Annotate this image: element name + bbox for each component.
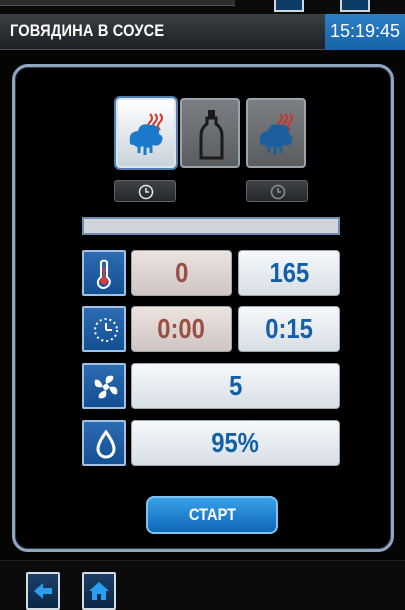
fan-icon-tile <box>82 363 126 409</box>
home-button[interactable] <box>82 572 116 610</box>
temperature-set-button[interactable]: 165 <box>238 250 340 296</box>
steam-icon <box>259 113 293 155</box>
timer-button-right[interactable] <box>246 180 308 202</box>
fan-speed-button[interactable]: 5 <box>131 363 340 409</box>
time-set-button[interactable]: 0:15 <box>238 306 340 352</box>
temperature-current: 0 <box>131 250 232 296</box>
home-icon <box>89 582 109 600</box>
clock: 15:19:45 <box>325 14 405 50</box>
humidity-button[interactable]: 95% <box>131 420 340 466</box>
timer-button-left[interactable] <box>114 180 176 202</box>
clock-icon <box>270 184 286 200</box>
clock-icon <box>138 184 154 200</box>
temperature-icon-tile <box>82 250 126 296</box>
top-button-left[interactable] <box>274 0 304 12</box>
top-bar <box>0 0 235 6</box>
header: ГОВЯДИНА В СОУСЕ 15:19:45 <box>0 14 405 50</box>
mode-steam-button[interactable] <box>116 98 176 168</box>
steam-icon <box>129 113 163 155</box>
start-button[interactable]: СТАРТ <box>146 496 278 534</box>
drop-icon <box>96 429 116 459</box>
program-title: ГОВЯДИНА В СОУСЕ <box>10 21 165 40</box>
time-icon-tile <box>82 306 126 352</box>
mode-liquid-button[interactable] <box>180 98 240 168</box>
footer <box>0 560 405 610</box>
top-button-right[interactable] <box>340 0 370 12</box>
back-button[interactable] <box>26 572 60 610</box>
thermometer-icon <box>96 259 111 289</box>
arrow-left-icon <box>34 583 52 599</box>
mode-combi-button[interactable] <box>246 98 306 168</box>
bottle-icon <box>199 110 224 160</box>
timer-icon <box>94 318 118 342</box>
fan-icon <box>94 375 118 399</box>
time-current: 0:00 <box>131 306 232 352</box>
progress-bar <box>82 217 340 235</box>
top-strip <box>0 0 405 14</box>
humidity-icon-tile <box>82 420 126 466</box>
